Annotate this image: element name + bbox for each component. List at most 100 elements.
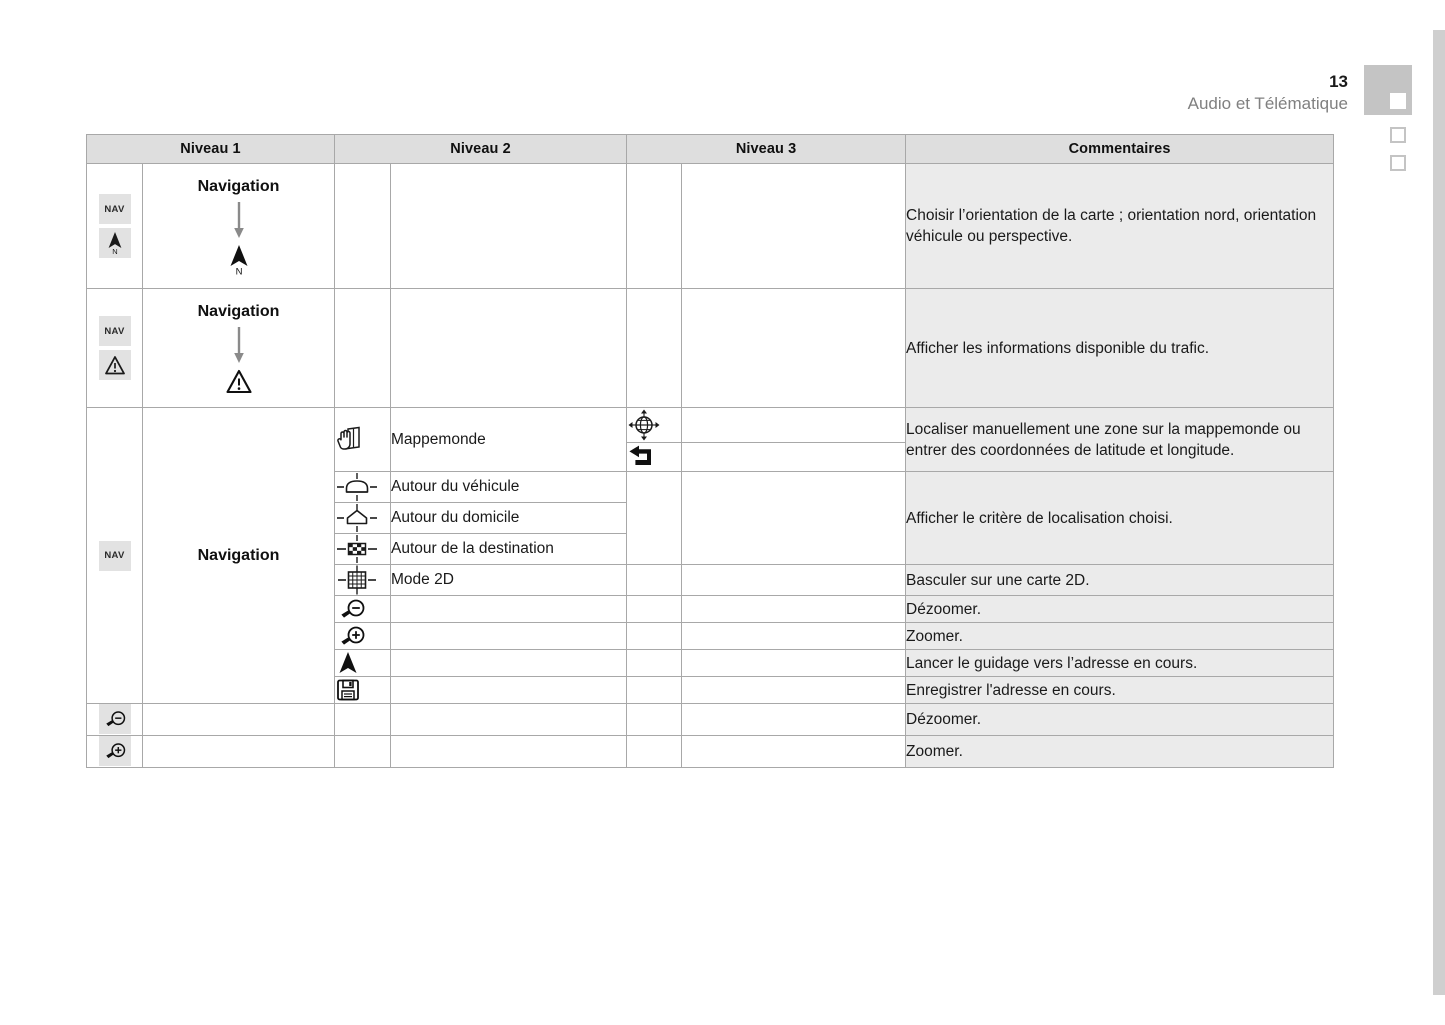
level2-icon-cell bbox=[334, 288, 392, 408]
badge-stack: NAV N bbox=[98, 194, 131, 258]
level1-label-cell: Navigation bbox=[141, 288, 336, 408]
level3-icon-cell bbox=[626, 288, 683, 408]
section-tab-square-1 bbox=[1390, 127, 1406, 143]
around-vehicle-icon bbox=[337, 473, 378, 501]
zoom-in-badge[interactable] bbox=[98, 736, 131, 766]
level2-label-cell bbox=[390, 703, 628, 736]
zoom-out-icon bbox=[341, 599, 365, 618]
page-edge-strip bbox=[1433, 30, 1445, 995]
around-home-icon bbox=[337, 504, 378, 532]
grid-2d-icon bbox=[338, 565, 377, 595]
level2-icon-cell[interactable] bbox=[334, 676, 392, 704]
zoom-in-icon bbox=[105, 743, 125, 759]
page-section-title: Audio et Télématique bbox=[1187, 94, 1348, 113]
navigation-arrow-icon bbox=[339, 652, 357, 673]
table-row: Dézoomer. bbox=[86, 703, 1335, 736]
globe-pan-icon bbox=[628, 409, 660, 441]
level3-icon-cell bbox=[626, 595, 683, 623]
level2-icon-cell[interactable] bbox=[334, 471, 392, 503]
flow-down-arrow-icon bbox=[232, 200, 246, 240]
zoom-out-icon bbox=[105, 711, 125, 727]
level2-label-cell bbox=[390, 163, 628, 289]
level3-icon-cell bbox=[626, 649, 683, 677]
level3-label-cell bbox=[681, 649, 907, 677]
comment-cell: Zoomer. bbox=[905, 735, 1335, 768]
level2-label-cell bbox=[390, 649, 628, 677]
level2-label: Autour de la destination bbox=[390, 533, 628, 565]
section-tab-inner-square bbox=[1390, 93, 1406, 109]
page-header: 13 Audio et Télématique bbox=[1188, 72, 1348, 115]
hand-map-icon bbox=[337, 426, 360, 450]
return-arrow-icon bbox=[629, 445, 652, 465]
level2-label-cell bbox=[390, 288, 628, 408]
column-header-niveau-2: Niveau 2 bbox=[334, 134, 628, 164]
level2-icon-cell[interactable] bbox=[334, 564, 392, 596]
level3-label-cell bbox=[681, 703, 907, 736]
level2-icon-cell[interactable] bbox=[334, 407, 392, 472]
flow-down-arrow-icon bbox=[232, 325, 246, 365]
level1-icon-cell-group: NAV bbox=[86, 407, 143, 704]
level1-label-cell bbox=[141, 703, 336, 736]
level1-icon-cell: NAV bbox=[86, 288, 143, 408]
nav-badge[interactable]: NAV bbox=[98, 194, 131, 224]
level3-label-cell bbox=[681, 442, 907, 472]
level2-icon-cell[interactable] bbox=[334, 502, 392, 534]
menu-structure-table: Niveau 1 Niveau 2 Niveau 3 Commentaires … bbox=[85, 134, 1335, 768]
north-arrow-badge[interactable]: N bbox=[98, 228, 131, 258]
table-row: NAV Navigation Afficher les informations… bbox=[86, 288, 1335, 408]
level1-label-cell: Navigation N bbox=[141, 163, 336, 289]
level3-icon-cell bbox=[626, 622, 683, 650]
level2-icon-cell[interactable] bbox=[334, 595, 392, 623]
comment-cell: Afficher les informations disponible du … bbox=[905, 288, 1335, 408]
svg-text:N: N bbox=[112, 247, 117, 255]
svg-text:N: N bbox=[235, 267, 242, 277]
level1-icon-cell bbox=[86, 735, 143, 768]
comment-cell: Zoomer. bbox=[905, 622, 1335, 650]
column-header-niveau-3: Niveau 3 bbox=[626, 134, 907, 164]
comment-cell: Afficher le critère de localisation choi… bbox=[905, 471, 1335, 565]
nav-badge[interactable]: NAV bbox=[98, 316, 131, 346]
level1-label: Navigation bbox=[197, 178, 280, 195]
level3-icon-cell bbox=[626, 703, 683, 736]
comment-cell: Choisir l’orientation de la carte ; orie… bbox=[905, 163, 1335, 289]
level3-label-cell bbox=[681, 735, 907, 768]
level1-label-cell-group: Navigation bbox=[141, 407, 336, 704]
zoom-out-badge[interactable] bbox=[98, 704, 131, 734]
table-row: NAV N Navigation N Choisir l’orientation… bbox=[86, 163, 1335, 289]
level2-label-cell bbox=[390, 622, 628, 650]
level3-icon-cell bbox=[626, 676, 683, 704]
level2-icon-cell bbox=[334, 703, 392, 736]
level3-label-cell bbox=[681, 622, 907, 650]
level2-label: Autour du domicile bbox=[390, 502, 628, 534]
level1-label: Navigation bbox=[197, 546, 280, 564]
table-row: Zoomer. bbox=[86, 735, 1335, 768]
level3-label-cell bbox=[681, 564, 907, 596]
comment-cell: Dézoomer. bbox=[905, 595, 1335, 623]
level2-label: Autour du véhicule bbox=[390, 471, 628, 503]
section-tab-marker bbox=[1364, 65, 1412, 115]
section-tab-square-2 bbox=[1390, 155, 1406, 171]
level3-label-cell bbox=[681, 288, 907, 408]
level3-icon-cell[interactable] bbox=[626, 407, 683, 443]
page-number: 13 bbox=[1329, 72, 1348, 91]
zoom-in-icon bbox=[341, 626, 365, 645]
level3-label-cell bbox=[681, 676, 907, 704]
level2-label-cell bbox=[390, 735, 628, 768]
level2-icon-cell bbox=[334, 735, 392, 768]
nav-badge[interactable]: NAV bbox=[98, 540, 131, 571]
level3-icon-cell bbox=[626, 471, 683, 565]
level3-label-cell bbox=[681, 595, 907, 623]
level2-icon-cell[interactable] bbox=[334, 622, 392, 650]
table-header-row: Niveau 1 Niveau 2 Niveau 3 Commentaires bbox=[85, 134, 1335, 164]
level3-label-cell bbox=[681, 471, 907, 565]
level1-label-cell bbox=[141, 735, 336, 768]
level2-icon-cell[interactable] bbox=[334, 649, 392, 677]
comment-cell: Enregistrer l'adresse en cours. bbox=[905, 676, 1335, 704]
level2-icon-cell[interactable] bbox=[334, 533, 392, 565]
badge-stack: NAV bbox=[98, 316, 131, 380]
level3-icon-cell bbox=[626, 735, 683, 768]
level3-icon-cell[interactable] bbox=[626, 442, 683, 472]
level1-icon-cell: NAV N bbox=[86, 163, 143, 289]
comment-cell: Lancer le guidage vers l’adresse en cour… bbox=[905, 649, 1335, 677]
warning-triangle-badge[interactable] bbox=[98, 350, 131, 380]
